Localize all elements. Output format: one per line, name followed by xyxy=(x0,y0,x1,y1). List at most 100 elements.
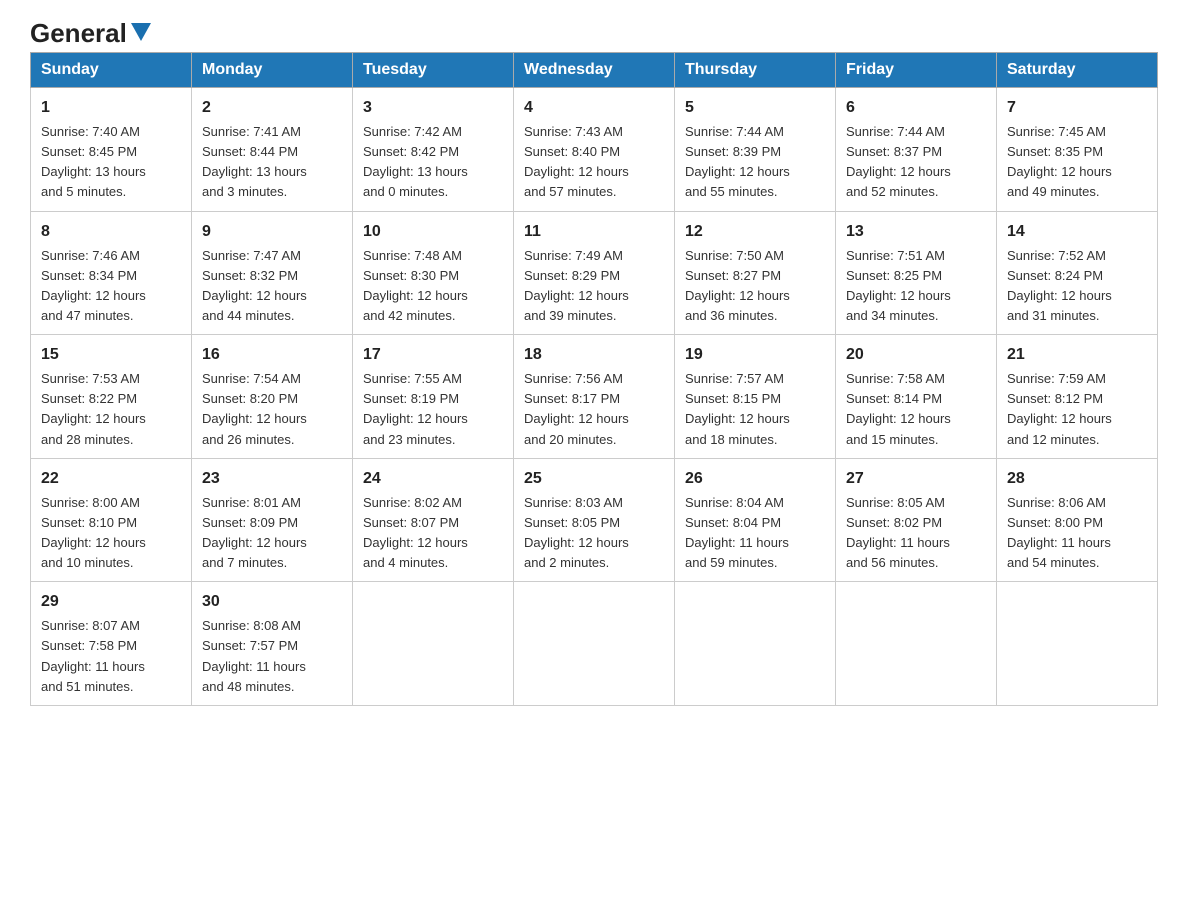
calendar-cell: 5 Sunrise: 7:44 AMSunset: 8:39 PMDayligh… xyxy=(675,88,836,212)
day-info: Sunrise: 7:58 AMSunset: 8:14 PMDaylight:… xyxy=(846,369,986,450)
day-number: 26 xyxy=(685,467,825,491)
day-info: Sunrise: 7:44 AMSunset: 8:37 PMDaylight:… xyxy=(846,122,986,203)
day-number: 24 xyxy=(363,467,503,491)
calendar-cell xyxy=(997,582,1158,706)
day-info: Sunrise: 7:41 AMSunset: 8:44 PMDaylight:… xyxy=(202,122,342,203)
day-number: 1 xyxy=(41,96,181,120)
calendar-cell xyxy=(836,582,997,706)
day-info: Sunrise: 7:59 AMSunset: 8:12 PMDaylight:… xyxy=(1007,369,1147,450)
calendar-cell: 23 Sunrise: 8:01 AMSunset: 8:09 PMDaylig… xyxy=(192,458,353,582)
calendar-cell: 2 Sunrise: 7:41 AMSunset: 8:44 PMDayligh… xyxy=(192,88,353,212)
weekday-header-monday: Monday xyxy=(192,53,353,88)
day-info: Sunrise: 7:42 AMSunset: 8:42 PMDaylight:… xyxy=(363,122,503,203)
calendar-week-row: 22 Sunrise: 8:00 AMSunset: 8:10 PMDaylig… xyxy=(31,458,1158,582)
day-info: Sunrise: 7:46 AMSunset: 8:34 PMDaylight:… xyxy=(41,246,181,327)
calendar-week-row: 15 Sunrise: 7:53 AMSunset: 8:22 PMDaylig… xyxy=(31,335,1158,459)
calendar-cell: 6 Sunrise: 7:44 AMSunset: 8:37 PMDayligh… xyxy=(836,88,997,212)
weekday-header-thursday: Thursday xyxy=(675,53,836,88)
day-number: 18 xyxy=(524,343,664,367)
logo: General xyxy=(30,20,151,42)
day-info: Sunrise: 7:43 AMSunset: 8:40 PMDaylight:… xyxy=(524,122,664,203)
calendar-week-row: 1 Sunrise: 7:40 AMSunset: 8:45 PMDayligh… xyxy=(31,88,1158,212)
day-info: Sunrise: 7:48 AMSunset: 8:30 PMDaylight:… xyxy=(363,246,503,327)
day-number: 16 xyxy=(202,343,342,367)
day-info: Sunrise: 8:03 AMSunset: 8:05 PMDaylight:… xyxy=(524,493,664,574)
day-number: 29 xyxy=(41,590,181,614)
day-number: 14 xyxy=(1007,220,1147,244)
day-info: Sunrise: 7:45 AMSunset: 8:35 PMDaylight:… xyxy=(1007,122,1147,203)
calendar-cell: 14 Sunrise: 7:52 AMSunset: 8:24 PMDaylig… xyxy=(997,211,1158,335)
calendar-cell: 15 Sunrise: 7:53 AMSunset: 8:22 PMDaylig… xyxy=(31,335,192,459)
weekday-header-friday: Friday xyxy=(836,53,997,88)
weekday-header-saturday: Saturday xyxy=(997,53,1158,88)
calendar-cell: 8 Sunrise: 7:46 AMSunset: 8:34 PMDayligh… xyxy=(31,211,192,335)
calendar-cell: 10 Sunrise: 7:48 AMSunset: 8:30 PMDaylig… xyxy=(353,211,514,335)
calendar-cell: 7 Sunrise: 7:45 AMSunset: 8:35 PMDayligh… xyxy=(997,88,1158,212)
calendar-cell xyxy=(675,582,836,706)
day-info: Sunrise: 7:50 AMSunset: 8:27 PMDaylight:… xyxy=(685,246,825,327)
day-number: 10 xyxy=(363,220,503,244)
day-number: 21 xyxy=(1007,343,1147,367)
calendar-cell: 4 Sunrise: 7:43 AMSunset: 8:40 PMDayligh… xyxy=(514,88,675,212)
day-info: Sunrise: 8:02 AMSunset: 8:07 PMDaylight:… xyxy=(363,493,503,574)
day-info: Sunrise: 7:55 AMSunset: 8:19 PMDaylight:… xyxy=(363,369,503,450)
calendar-cell: 27 Sunrise: 8:05 AMSunset: 8:02 PMDaylig… xyxy=(836,458,997,582)
calendar-cell: 17 Sunrise: 7:55 AMSunset: 8:19 PMDaylig… xyxy=(353,335,514,459)
calendar-cell: 9 Sunrise: 7:47 AMSunset: 8:32 PMDayligh… xyxy=(192,211,353,335)
weekday-header-tuesday: Tuesday xyxy=(353,53,514,88)
day-number: 2 xyxy=(202,96,342,120)
day-info: Sunrise: 7:54 AMSunset: 8:20 PMDaylight:… xyxy=(202,369,342,450)
calendar-cell: 16 Sunrise: 7:54 AMSunset: 8:20 PMDaylig… xyxy=(192,335,353,459)
day-number: 27 xyxy=(846,467,986,491)
day-info: Sunrise: 8:04 AMSunset: 8:04 PMDaylight:… xyxy=(685,493,825,574)
day-number: 15 xyxy=(41,343,181,367)
day-number: 9 xyxy=(202,220,342,244)
day-info: Sunrise: 7:57 AMSunset: 8:15 PMDaylight:… xyxy=(685,369,825,450)
calendar-cell: 28 Sunrise: 8:06 AMSunset: 8:00 PMDaylig… xyxy=(997,458,1158,582)
calendar-week-row: 8 Sunrise: 7:46 AMSunset: 8:34 PMDayligh… xyxy=(31,211,1158,335)
calendar-cell: 19 Sunrise: 7:57 AMSunset: 8:15 PMDaylig… xyxy=(675,335,836,459)
weekday-header-sunday: Sunday xyxy=(31,53,192,88)
day-number: 13 xyxy=(846,220,986,244)
weekday-header-wednesday: Wednesday xyxy=(514,53,675,88)
calendar-cell: 24 Sunrise: 8:02 AMSunset: 8:07 PMDaylig… xyxy=(353,458,514,582)
day-info: Sunrise: 7:44 AMSunset: 8:39 PMDaylight:… xyxy=(685,122,825,203)
calendar-cell: 1 Sunrise: 7:40 AMSunset: 8:45 PMDayligh… xyxy=(31,88,192,212)
day-number: 4 xyxy=(524,96,664,120)
logo-general: General xyxy=(30,20,127,46)
weekday-header-row: SundayMondayTuesdayWednesdayThursdayFrid… xyxy=(31,53,1158,88)
day-number: 11 xyxy=(524,220,664,244)
calendar-cell: 29 Sunrise: 8:07 AMSunset: 7:58 PMDaylig… xyxy=(31,582,192,706)
day-info: Sunrise: 8:01 AMSunset: 8:09 PMDaylight:… xyxy=(202,493,342,574)
day-number: 25 xyxy=(524,467,664,491)
calendar-cell xyxy=(353,582,514,706)
day-number: 23 xyxy=(202,467,342,491)
day-info: Sunrise: 8:06 AMSunset: 8:00 PMDaylight:… xyxy=(1007,493,1147,574)
calendar-week-row: 29 Sunrise: 8:07 AMSunset: 7:58 PMDaylig… xyxy=(31,582,1158,706)
calendar-cell: 21 Sunrise: 7:59 AMSunset: 8:12 PMDaylig… xyxy=(997,335,1158,459)
day-number: 12 xyxy=(685,220,825,244)
page-header: General xyxy=(30,20,1158,42)
calendar-cell: 26 Sunrise: 8:04 AMSunset: 8:04 PMDaylig… xyxy=(675,458,836,582)
calendar-cell: 12 Sunrise: 7:50 AMSunset: 8:27 PMDaylig… xyxy=(675,211,836,335)
day-number: 28 xyxy=(1007,467,1147,491)
calendar-cell: 13 Sunrise: 7:51 AMSunset: 8:25 PMDaylig… xyxy=(836,211,997,335)
day-number: 3 xyxy=(363,96,503,120)
day-number: 30 xyxy=(202,590,342,614)
calendar-cell: 30 Sunrise: 8:08 AMSunset: 7:57 PMDaylig… xyxy=(192,582,353,706)
day-info: Sunrise: 8:05 AMSunset: 8:02 PMDaylight:… xyxy=(846,493,986,574)
logo-arrow-icon xyxy=(131,23,151,41)
day-number: 7 xyxy=(1007,96,1147,120)
day-info: Sunrise: 7:51 AMSunset: 8:25 PMDaylight:… xyxy=(846,246,986,327)
day-info: Sunrise: 7:40 AMSunset: 8:45 PMDaylight:… xyxy=(41,122,181,203)
day-number: 8 xyxy=(41,220,181,244)
calendar-cell: 11 Sunrise: 7:49 AMSunset: 8:29 PMDaylig… xyxy=(514,211,675,335)
day-number: 19 xyxy=(685,343,825,367)
day-info: Sunrise: 7:52 AMSunset: 8:24 PMDaylight:… xyxy=(1007,246,1147,327)
day-number: 17 xyxy=(363,343,503,367)
calendar-cell: 3 Sunrise: 7:42 AMSunset: 8:42 PMDayligh… xyxy=(353,88,514,212)
day-number: 5 xyxy=(685,96,825,120)
day-number: 6 xyxy=(846,96,986,120)
day-info: Sunrise: 7:53 AMSunset: 8:22 PMDaylight:… xyxy=(41,369,181,450)
day-info: Sunrise: 7:49 AMSunset: 8:29 PMDaylight:… xyxy=(524,246,664,327)
